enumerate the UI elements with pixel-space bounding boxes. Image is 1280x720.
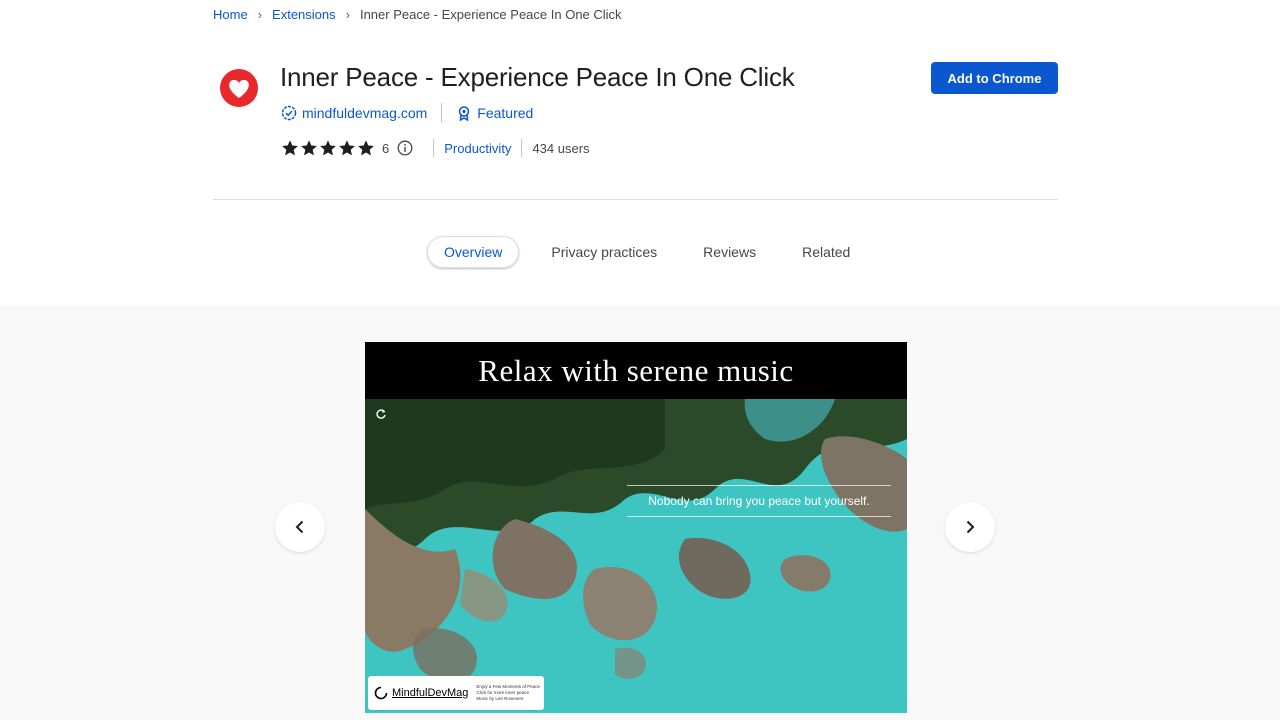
carousel-prev-button[interactable] xyxy=(275,502,325,552)
brand-details: Enjoy a Few Moments of Peace Click for m… xyxy=(476,684,540,702)
tab-privacy-practices[interactable]: Privacy practices xyxy=(535,236,673,268)
chevron-right-icon xyxy=(966,520,975,534)
tab-reviews[interactable]: Reviews xyxy=(687,236,772,268)
add-to-chrome-button[interactable]: Add to Chrome xyxy=(931,62,1058,94)
info-icon[interactable] xyxy=(397,140,413,156)
chevron-right-icon: › xyxy=(257,7,263,22)
brand-card: MindfulDevMag Enjoy a Few Moments of Pea… xyxy=(368,676,544,710)
star-icon xyxy=(320,140,336,156)
star-icon xyxy=(339,140,355,156)
brand-name: MindfulDevMag xyxy=(392,687,469,699)
divider xyxy=(213,199,1058,200)
refresh-icon[interactable] xyxy=(375,408,387,420)
tab-overview[interactable]: Overview xyxy=(427,236,520,268)
slide-quote: Nobody can bring you peace but yourself. xyxy=(627,485,891,517)
slide-heading: Relax with serene music xyxy=(365,342,907,399)
featured-label[interactable]: Featured xyxy=(477,105,533,121)
rating-count: 6 xyxy=(382,140,390,156)
divider xyxy=(433,139,435,157)
carousel-next-button[interactable] xyxy=(945,502,995,552)
brand-logo-icon xyxy=(374,686,388,700)
publisher-link[interactable]: mindfuldevmag.com xyxy=(302,105,427,121)
publisher-row: mindfuldevmag.com Featured xyxy=(281,103,533,123)
tab-related[interactable]: Related xyxy=(786,236,866,268)
breadcrumb-current: Inner Peace - Experience Peace In One Cl… xyxy=(359,7,622,22)
star-icon xyxy=(358,140,374,156)
carousel-slide: Relax with serene music Nobody can bring… xyxy=(365,342,907,713)
chevron-left-icon xyxy=(295,520,304,534)
featured-badge-icon xyxy=(456,105,472,121)
tab-bar: Overview Privacy practices Reviews Relat… xyxy=(427,236,866,268)
rating-row: 6 Productivity 434 users xyxy=(281,139,590,157)
aerial-coast-image xyxy=(365,399,907,713)
star-icon xyxy=(301,140,317,156)
brand-line: Music by Lee Rosevere xyxy=(476,696,524,701)
extension-title: Inner Peace - Experience Peace In One Cl… xyxy=(280,62,795,92)
breadcrumb: Home › Extensions › Inner Peace - Experi… xyxy=(213,7,622,22)
category-link[interactable]: Productivity xyxy=(444,141,511,156)
divider xyxy=(521,139,523,157)
divider xyxy=(441,103,443,123)
verified-badge-icon xyxy=(281,105,297,121)
chevron-right-icon: › xyxy=(345,7,350,22)
breadcrumb-home[interactable]: Home xyxy=(213,7,248,22)
rating-stars[interactable] xyxy=(281,139,375,157)
breadcrumb-extensions[interactable]: Extensions xyxy=(272,7,336,22)
user-count: 434 users xyxy=(532,140,590,156)
star-icon xyxy=(282,140,298,156)
extension-header: Home › Extensions › Inner Peace - Experi… xyxy=(0,0,1280,305)
heart-icon xyxy=(219,68,259,108)
